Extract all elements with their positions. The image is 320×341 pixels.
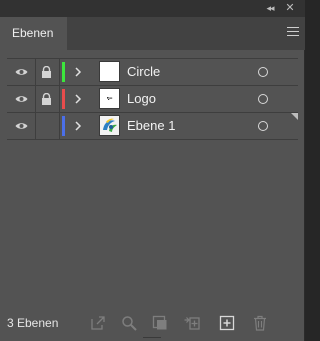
visibility-toggle[interactable] xyxy=(7,113,35,139)
panel-menu-icon[interactable] xyxy=(287,27,299,39)
layer-name[interactable]: Circle xyxy=(127,59,160,85)
eye-icon xyxy=(15,123,28,129)
layer-name[interactable]: Logo xyxy=(127,86,156,112)
target-circle-icon[interactable] xyxy=(258,94,268,104)
layer-thumbnail xyxy=(99,61,120,82)
layer-row-circle[interactable]: Circle xyxy=(7,58,298,86)
cell-divider xyxy=(35,86,36,112)
delete-icon[interactable] xyxy=(252,315,268,331)
cell-divider xyxy=(35,59,36,85)
cell-divider xyxy=(59,113,60,139)
layer-name[interactable]: Ebene 1 xyxy=(127,113,175,139)
layer-color-bar xyxy=(62,89,65,109)
target-circle-icon[interactable] xyxy=(258,67,268,77)
close-panel-icon[interactable]: ✕ xyxy=(284,2,296,14)
lock-icon xyxy=(42,66,51,78)
new-layer-icon[interactable] xyxy=(219,315,235,331)
layer-row-logo[interactable]: Logo xyxy=(7,86,298,113)
panel-tab-bar: Ebenen xyxy=(0,17,305,50)
clipping-mask-icon[interactable] xyxy=(152,315,168,331)
resize-grip[interactable] xyxy=(143,337,161,341)
cell-divider xyxy=(59,86,60,112)
collapse-panel-icon[interactable]: ◂◂ xyxy=(263,2,277,14)
panel-title-strip: ◂◂ ✕ xyxy=(0,0,305,17)
locate-object-icon[interactable] xyxy=(121,315,137,331)
target-circle-icon[interactable] xyxy=(258,121,268,131)
visibility-toggle[interactable] xyxy=(7,59,35,85)
layer-count: 3 Ebenen xyxy=(7,316,59,330)
layer-color-bar xyxy=(62,116,65,136)
panel-footer: 3 Ebenen xyxy=(0,309,305,341)
selection-indicator xyxy=(291,113,298,120)
lock-toggle[interactable] xyxy=(37,113,59,139)
lock-icon xyxy=(42,93,51,105)
export-icon[interactable] xyxy=(90,315,106,331)
chevron-right-icon[interactable] xyxy=(73,67,83,77)
layer-color-bar xyxy=(62,62,65,82)
visibility-toggle[interactable] xyxy=(7,86,35,112)
eye-icon xyxy=(15,96,28,102)
layer-thumbnail xyxy=(99,88,120,109)
lock-toggle[interactable] xyxy=(37,86,59,112)
layer-list: Circle Logo Ebene 1 xyxy=(7,58,298,140)
layer-thumbnail xyxy=(99,115,120,136)
cell-divider xyxy=(59,59,60,85)
cell-divider xyxy=(35,113,36,139)
layer-row-ebene-1[interactable]: Ebene 1 xyxy=(7,113,298,140)
image-thumbnail-icon xyxy=(100,116,119,135)
chevron-right-icon[interactable] xyxy=(73,121,83,131)
tab-ebenen[interactable]: Ebenen xyxy=(0,17,67,50)
layers-panel: ◂◂ ✕ Ebenen Circle Logo Ebene 1 3 Ebenen xyxy=(0,0,305,341)
chevron-right-icon[interactable] xyxy=(73,94,83,104)
collect-in-new-layer-icon[interactable] xyxy=(184,315,200,331)
lock-toggle[interactable] xyxy=(37,59,59,85)
logo-mark-icon xyxy=(107,97,113,100)
eye-icon xyxy=(15,69,28,75)
